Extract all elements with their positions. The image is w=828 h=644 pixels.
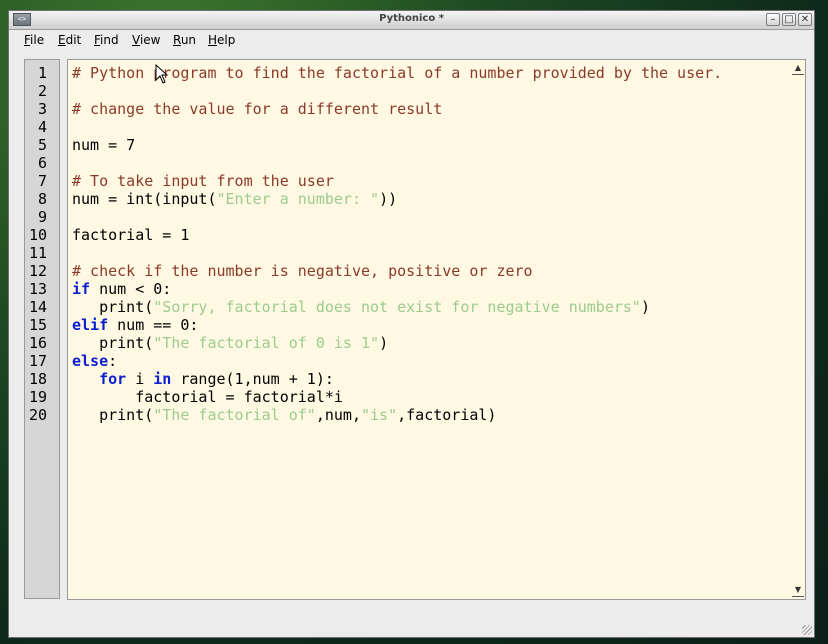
code-token: "Enter a number: " <box>216 190 380 208</box>
code-token: ,factorial) <box>397 406 497 424</box>
code-token: factorial = factorial*i <box>72 388 343 406</box>
menu-help[interactable]: Help <box>208 33 235 47</box>
code-token: print( <box>72 406 154 424</box>
line-number: 14 <box>28 298 47 316</box>
code-line: num = int(input("Enter a number: ")) <box>72 190 397 208</box>
code-token: range(1,num + 1): <box>171 370 334 388</box>
line-number: 20 <box>28 406 47 424</box>
line-number: 18 <box>28 370 47 388</box>
code-token: ,num, <box>315 406 361 424</box>
code-token: # To take input from the user <box>72 172 334 190</box>
window-title: Pythonico * <box>379 13 444 24</box>
code-token: "The factorial of" <box>153 406 316 424</box>
code-token: if <box>72 280 91 298</box>
menu-view[interactable]: View <box>132 33 160 47</box>
menu-file[interactable]: File <box>24 33 44 47</box>
code-token: : <box>108 352 118 370</box>
line-number: 10 <box>28 226 47 244</box>
code-line: # Python program to find the factorial o… <box>72 64 722 82</box>
code-token: num = int(input( <box>72 190 217 208</box>
code-line: print("Sorry, factorial does not exist f… <box>72 298 650 316</box>
app-window: <> Pythonico * – □ ✕ File Edit Find View… <box>8 10 815 638</box>
code-line: print("The factorial of 0 is 1") <box>72 334 388 352</box>
code-line: # change the value for a different resul… <box>72 100 442 118</box>
code-token: num = 7 <box>72 136 136 154</box>
mouse-pointer-icon <box>155 64 169 84</box>
scroll-down-arrow-icon[interactable]: ▼ <box>792 584 804 597</box>
menu-edit[interactable]: Edit <box>58 33 81 47</box>
code-token: "The factorial of 0 is 1" <box>153 334 380 352</box>
code-line: factorial = 1 <box>72 226 189 244</box>
line-number: 3 <box>37 100 47 118</box>
menu-bar: File Edit Find View Run Help <box>9 30 814 50</box>
code-line: # check if the number is negative, posit… <box>72 262 533 280</box>
code-token: else <box>72 352 109 370</box>
code-token: in <box>153 370 172 388</box>
line-number: 5 <box>37 136 47 154</box>
code-token: # change the value for a different resul… <box>72 100 443 118</box>
line-number: 2 <box>37 82 47 100</box>
line-number: 16 <box>28 334 47 352</box>
code-token: ) <box>379 334 389 352</box>
code-token: "is" <box>361 406 398 424</box>
resize-grip-icon[interactable] <box>802 625 812 635</box>
code-token: # check if the number is negative, posit… <box>72 262 533 280</box>
code-line: if num < 0: <box>72 280 171 298</box>
line-number: 4 <box>37 118 47 136</box>
code-token: for <box>99 370 127 388</box>
menu-run[interactable]: Run <box>173 33 196 47</box>
line-number: 19 <box>28 388 47 406</box>
maximize-button[interactable]: □ <box>782 13 796 26</box>
code-line: print("The factorial of",num,"is",factor… <box>72 406 496 424</box>
line-number: 6 <box>37 154 47 172</box>
status-bar <box>9 601 814 637</box>
code-line: num = 7 <box>72 136 135 154</box>
code-token: num < 0: <box>90 280 172 298</box>
line-number-gutter: 1 2 3 4 5 6 7 8 9 10 11 12 13 14 15 16 17 18 19 20 <box>24 59 60 599</box>
code-line: # To take input from the user <box>72 172 334 190</box>
code-token: elif <box>72 316 109 334</box>
line-number: 13 <box>28 280 47 298</box>
code-line: elif num == 0: <box>72 316 198 334</box>
code-editor[interactable]: ▲ ▼ # Python program to find the factori… <box>67 59 806 600</box>
line-number: 8 <box>37 190 47 208</box>
code-token: num == 0: <box>108 316 199 334</box>
line-number: 1 <box>37 64 47 82</box>
code-line: else: <box>72 352 117 370</box>
code-token: "Sorry, factorial does not exist for neg… <box>153 298 641 316</box>
code-line: for i in range(1,num + 1): <box>72 370 334 388</box>
line-number: 17 <box>28 352 47 370</box>
code-token: factorial = 1 <box>72 226 190 244</box>
line-number: 15 <box>28 316 47 334</box>
minimize-button[interactable]: – <box>766 13 780 26</box>
line-number: 11 <box>28 244 47 262</box>
code-token: ) <box>640 298 650 316</box>
close-button[interactable]: ✕ <box>798 13 812 26</box>
code-line: factorial = factorial*i <box>72 388 343 406</box>
code-token: print( <box>72 298 154 316</box>
title-bar[interactable]: <> Pythonico * – □ ✕ <box>9 11 814 30</box>
code-token: )) <box>379 190 398 208</box>
line-number: 12 <box>28 262 47 280</box>
code-token: i <box>126 370 154 388</box>
scroll-up-arrow-icon[interactable]: ▲ <box>792 62 804 75</box>
code-token: print( <box>72 334 154 352</box>
code-token: # Python program to find the factorial o… <box>72 64 723 82</box>
menu-find[interactable]: Find <box>94 33 119 47</box>
line-number: 7 <box>37 172 47 190</box>
line-number: 9 <box>37 208 47 226</box>
